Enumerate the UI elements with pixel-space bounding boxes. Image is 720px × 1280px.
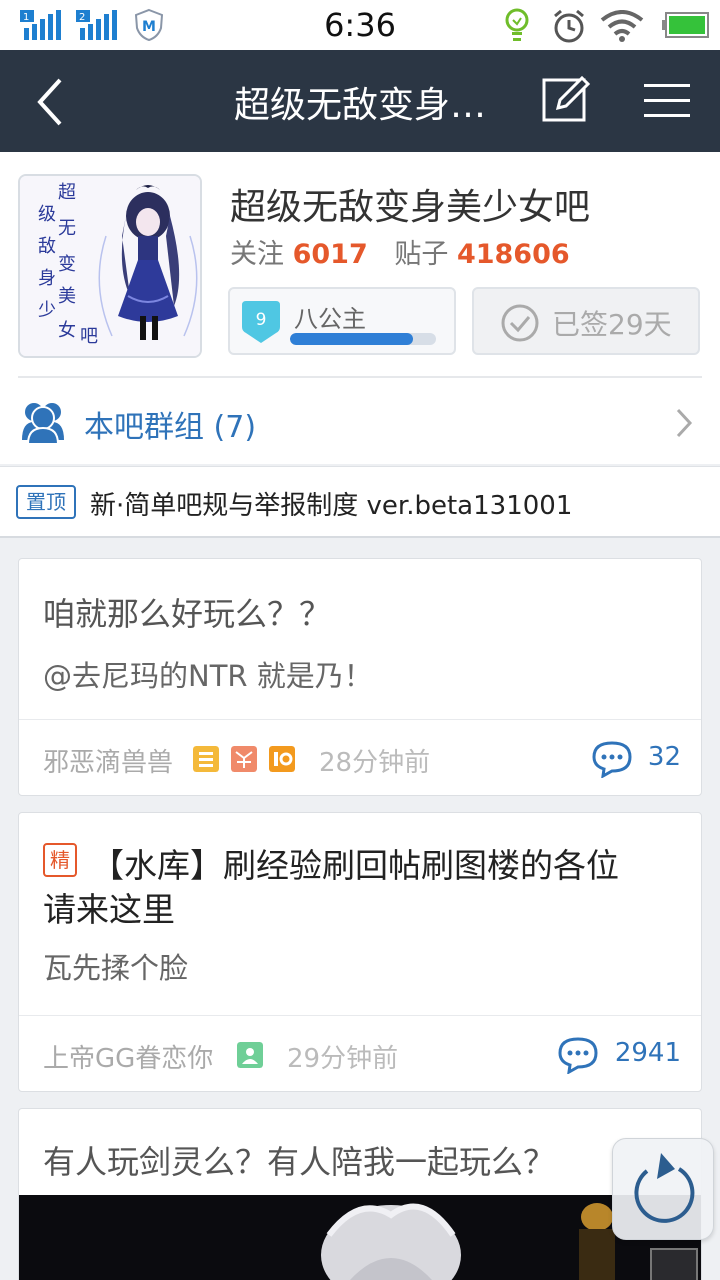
post-time: 29分钟前 [287,1044,399,1074]
user-badge-icon [193,746,219,772]
list-item[interactable]: 精 【水库】刷经验刷回帖刷图楼的各位 请来这里 瓦先揉个脸 上帝GG眷恋你 29… [18,812,702,1092]
comment-icon [558,1037,598,1074]
post-title: 咱就那么好玩么？？ [43,595,332,633]
post-title: 有人玩剑灵么？有人陪我一起玩么？ [43,1143,556,1181]
follow-label: 关注 [230,239,284,270]
sign-in-button[interactable]: 已签29天 [472,287,700,355]
sign-in-label: 已签29天 [552,308,672,341]
user-badge-icon [231,746,257,772]
refresh-icon [634,1153,695,1223]
chevron-right-icon [676,408,693,438]
svg-text:超: 超 [58,182,76,203]
post-title: 【水库】刷经验刷回帖刷图楼的各位 [91,846,619,885]
list-item[interactable]: 咱就那么好玩么？？ @去尼玛的NTR 就是乃！ 邪恶滴兽兽 28分钟前 32 [18,558,702,796]
post-footer: 邪恶滴兽兽 28分钟前 32 [19,719,701,797]
posts-label: 贴子 [394,239,449,270]
forum-group-row[interactable]: 本吧群组 (7) [0,378,720,464]
svg-text:少: 少 [38,300,56,321]
refresh-button[interactable] [612,1138,714,1240]
wifi-icon [600,10,644,42]
svg-text:敌: 敌 [38,236,56,257]
level-name: 八公主 [294,305,366,333]
forum-avatar-image: 超 级 无 敌 变 身 美 少 女 吧 [20,176,200,356]
svg-text:变: 变 [58,254,76,275]
pinned-post[interactable]: 置顶 新·简单吧规与举报制度 ver.beta131001 [0,466,720,538]
level-progress-bar [290,333,436,345]
back-arrow-icon[interactable] [22,72,82,132]
svg-text:级: 级 [38,204,56,225]
reply-count: 32 [647,742,681,772]
menu-icon[interactable] [640,72,700,132]
group-label: 本吧群组 (7) [84,410,257,445]
post-image [19,1195,701,1280]
svg-text:吧: 吧 [80,326,98,347]
svg-text:无: 无 [58,218,76,239]
user-badge-icon [237,1042,263,1068]
svg-text:身: 身 [38,268,56,289]
reply-count: 2941 [614,1038,681,1068]
svg-text:9: 9 [256,310,267,330]
featured-badge: 精 [43,843,77,877]
alarm-icon [554,9,584,43]
post-footer: 上帝GG眷恋你 29分钟前 2941 [19,1015,701,1093]
forum-stats: 关注 6017 贴子 418606 [230,232,588,271]
posts-count: 418606 [456,239,570,270]
page-title: 超级无敌变身… [233,85,486,126]
level-progress-fill [290,333,413,345]
compose-icon[interactable] [536,72,596,132]
post-excerpt: @去尼玛的NTR 就是乃！ [43,659,373,693]
check-circle-icon [501,304,539,342]
comment-icon [592,741,632,778]
follow-count: 6017 [292,239,368,270]
user-badge-icon [269,746,295,772]
nav-bar: 超级无敌变身… [0,50,720,152]
pinned-badge: 置顶 [16,485,76,519]
level-badge-icon: 9 [242,301,280,343]
svg-text:美: 美 [58,286,76,307]
forum-header: 超 级 无 敌 变 身 美 少 女 吧 超级无敌变身美少女吧 关注 6017 贴… [0,152,720,464]
post-title-line2: 请来这里 [43,890,175,929]
forum-name: 超级无敌变身美少女吧 [230,187,591,228]
forum-avatar[interactable]: 超 级 无 敌 变 身 美 少 女 吧 [18,174,202,358]
post-author[interactable]: 上帝GG眷恋你 [43,1038,213,1075]
list-item[interactable]: 有人玩剑灵么？有人陪我一起玩么？ [18,1108,702,1280]
post-time: 28分钟前 [319,748,431,778]
bulb-icon [505,8,529,41]
post-author[interactable]: 邪恶滴兽兽 [43,742,173,779]
post-excerpt: 瓦先揉个脸 [43,951,189,985]
battery-icon [662,12,709,38]
level-box[interactable]: 9 八公主 [228,287,456,355]
svg-text:女: 女 [58,320,76,341]
pinned-title: 新·简单吧规与举报制度 ver.beta131001 [90,491,573,521]
status-bar: 1 2 M 6:36 [0,0,720,50]
group-people-icon [22,403,64,444]
